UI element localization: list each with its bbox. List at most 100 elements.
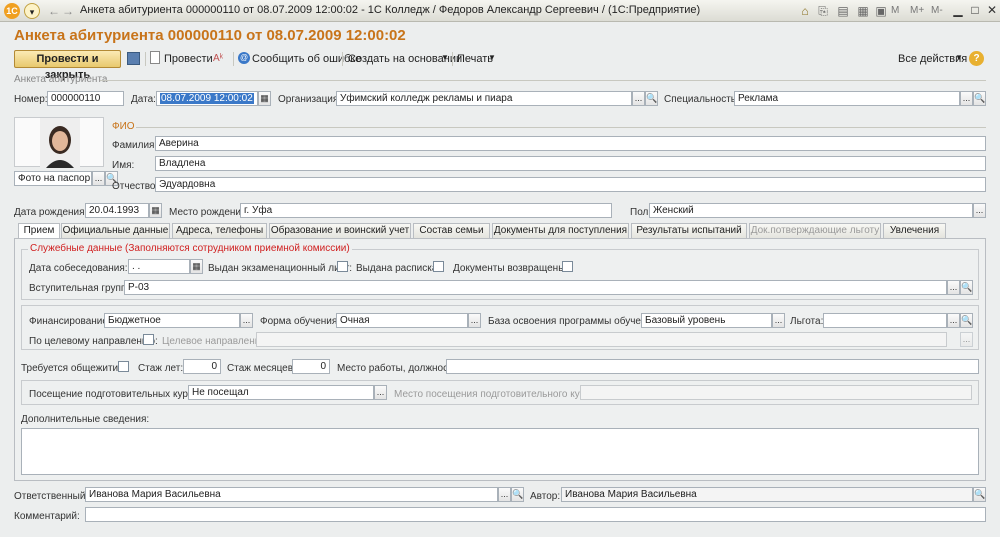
study-base-field[interactable]: Базовый уровень <box>641 313 772 328</box>
responsible-field[interactable]: Иванова Мария Васильевна <box>85 487 498 502</box>
toolbar-separator <box>452 52 453 66</box>
ellipsis-button[interactable]: ... <box>973 203 986 218</box>
calendar-icon[interactable]: ▦ <box>149 203 162 218</box>
group-divider <box>100 80 986 81</box>
funding-field[interactable]: Бюджетное <box>104 313 240 328</box>
calendar-icon[interactable]: ▣ <box>873 3 889 19</box>
targeted-direction-label: Целевое направление: <box>162 336 269 347</box>
tab-documents[interactable]: Документы для поступления <box>492 223 629 238</box>
calendar-icon[interactable]: ▦ <box>190 259 203 274</box>
1c-logo-icon[interactable]: 1С <box>4 3 20 19</box>
patronymic-field[interactable]: Эдуардовна <box>155 177 986 192</box>
ellipsis-button[interactable]: ... <box>468 313 481 328</box>
experience-years-field[interactable]: 0 <box>183 359 221 374</box>
receipt-checkbox[interactable] <box>433 261 444 272</box>
benefit-field[interactable] <box>823 313 947 328</box>
ellipsis-button[interactable]: ... <box>240 313 253 328</box>
search-icon[interactable]: 🔍 <box>645 91 658 106</box>
chevron-down-icon: ▼ <box>955 53 963 62</box>
extra-info-textarea[interactable] <box>21 428 979 475</box>
author-field[interactable]: Иванова Мария Васильевна <box>561 487 973 502</box>
ellipsis-button[interactable]: ... <box>92 171 105 186</box>
ellipsis-button[interactable]: ... <box>772 313 785 328</box>
save-icon[interactable] <box>127 52 140 65</box>
number-field[interactable]: 000000110 <box>47 91 124 106</box>
minimize-icon[interactable]: ▁ <box>950 3 966 18</box>
name-label: Имя: <box>112 160 135 171</box>
birth-place-field[interactable]: г. Уфа <box>240 203 612 218</box>
job-field[interactable] <box>446 359 979 374</box>
comment-field[interactable] <box>85 507 986 522</box>
date-field[interactable]: 08.07.2009 12:00:02 <box>156 91 258 106</box>
search-icon[interactable]: 🔍 <box>960 280 973 295</box>
maximize-icon[interactable]: □ <box>967 3 983 18</box>
tab-official-data[interactable]: Официальные данные <box>61 223 170 238</box>
interview-date-field[interactable]: . . <box>128 259 190 274</box>
favorites-icon[interactable]: ▤ <box>835 3 851 19</box>
dormitory-checkbox[interactable] <box>118 361 129 372</box>
ellipsis-button[interactable]: ... <box>632 91 645 106</box>
calculator-icon[interactable]: ▦ <box>855 3 871 19</box>
tab-family[interactable]: Состав семьи <box>413 223 490 238</box>
tab-hobbies[interactable]: Увлечения <box>883 223 946 238</box>
menu-dropdown-icon[interactable]: ▾ <box>24 3 40 19</box>
tab-test-results[interactable]: Результаты испытаний <box>631 223 747 238</box>
search-icon[interactable]: 🔍 <box>973 91 986 106</box>
calendar-icon[interactable]: ▦ <box>258 91 271 106</box>
funding-label: Финансирование: <box>29 316 111 327</box>
courses-place-field <box>580 385 972 400</box>
close-icon[interactable]: ✕ <box>984 3 1000 18</box>
photo-field[interactable]: Фото на паспор <box>14 171 92 186</box>
name-field[interactable]: Владлена <box>155 156 986 171</box>
targeted-checkbox[interactable] <box>143 334 154 345</box>
post-button[interactable]: Провести <box>164 53 213 65</box>
report-error-button[interactable]: Сообщить об ошибке <box>252 53 361 65</box>
organization-field[interactable]: Уфимский колледж рекламы и пиара <box>336 91 632 106</box>
ellipsis-button[interactable]: ... <box>947 280 960 295</box>
copy-icon[interactable]: ⎘ <box>815 3 831 19</box>
ellipsis-button[interactable]: ... <box>374 385 387 400</box>
search-icon[interactable]: 🔍 <box>960 313 973 328</box>
home-icon[interactable]: ⌂ <box>797 3 813 19</box>
birth-date-field[interactable]: 20.04.1993 <box>85 203 149 218</box>
forward-arrow-icon[interactable]: → <box>60 3 76 19</box>
courses-place-label: Место посещения подготовительного курса: <box>394 389 599 400</box>
targeted-direction-field <box>256 332 947 347</box>
dormitory-label: Требуется общежитие: <box>21 363 127 374</box>
extra-info-label: Дополнительные сведения: <box>21 414 150 425</box>
at-sign-icon: @ <box>238 52 250 64</box>
tab-admission[interactable]: Прием <box>18 223 60 239</box>
memory-minus-button[interactable]: M- <box>931 5 943 16</box>
courses-field[interactable]: Не посещал <box>188 385 374 400</box>
experience-months-field[interactable]: 0 <box>292 359 330 374</box>
receipt-label: Выдана расписка: <box>356 263 441 274</box>
help-icon[interactable]: ? <box>969 51 984 66</box>
group-divider <box>136 127 986 128</box>
person-photo-icon <box>40 118 80 168</box>
docs-returned-label: Документы возвращены: <box>453 263 569 274</box>
tab-education[interactable]: Образование и воинский учет <box>269 223 411 238</box>
post-and-close-button[interactable]: Провести и закрыть <box>14 50 121 81</box>
movements-icon[interactable]: Aᵏ <box>213 53 223 64</box>
gender-field[interactable]: Женский <box>649 203 973 218</box>
memory-button[interactable]: M <box>891 5 899 16</box>
study-form-field[interactable]: Очная <box>336 313 468 328</box>
ellipsis-button[interactable]: ... <box>498 487 511 502</box>
search-icon[interactable]: 🔍 <box>973 487 986 502</box>
form-heading: Анкета абитуриента 000000110 от 08.07.20… <box>14 27 406 44</box>
entrance-group-field[interactable]: Р-03 <box>124 280 947 295</box>
memory-plus-button[interactable]: M+ <box>910 5 924 16</box>
window-title: Анкета абитуриента 000000110 от 08.07.20… <box>80 4 701 16</box>
experience-months-label: Стаж месяцев: <box>227 363 296 374</box>
ellipsis-button: ... <box>960 332 973 347</box>
ellipsis-button[interactable]: ... <box>960 91 973 106</box>
tab-addresses[interactable]: Адреса, телефоны <box>172 223 267 238</box>
exam-sheet-checkbox[interactable] <box>337 261 348 272</box>
specialty-field[interactable]: Реклама <box>734 91 960 106</box>
surname-field[interactable]: Аверина <box>155 136 986 151</box>
interview-date-label: Дата собеседования: <box>29 263 128 274</box>
docs-returned-checkbox[interactable] <box>562 261 573 272</box>
tab-benefit-docs[interactable]: Док.потверждающие льготу <box>749 223 881 238</box>
search-icon[interactable]: 🔍 <box>511 487 524 502</box>
ellipsis-button[interactable]: ... <box>947 313 960 328</box>
